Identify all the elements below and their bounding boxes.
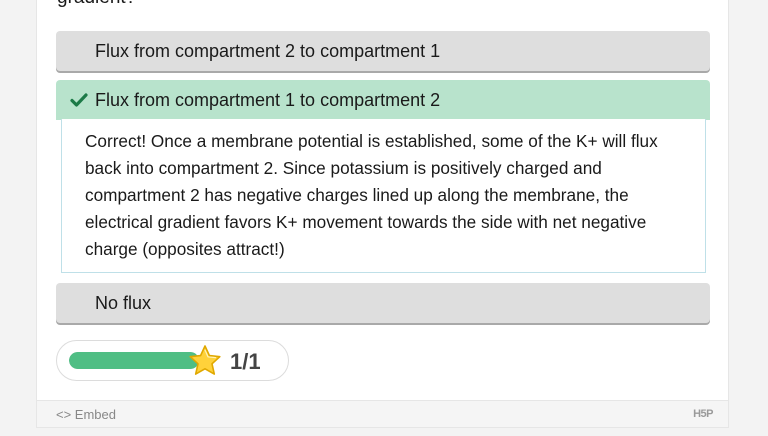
- embed-link[interactable]: <> Embed: [56, 407, 116, 422]
- answer-feedback: Correct! Once a membrane potential is es…: [61, 119, 706, 273]
- answer-option-1[interactable]: Flux from compartment 2 to compartment 1: [56, 31, 710, 71]
- h5p-logo[interactable]: H5P: [693, 408, 713, 420]
- score-bar: 1/1: [56, 340, 289, 381]
- checkmark-icon: [70, 93, 88, 107]
- feedback-text: Correct! Once a membrane potential is es…: [85, 131, 658, 259]
- progress-track: [69, 352, 199, 369]
- question-card: gradient? Flux from compartment 2 to com…: [36, 0, 729, 400]
- question-text: gradient?: [57, 0, 136, 8]
- footer: <> Embed H5P: [36, 400, 729, 428]
- answer-option-3[interactable]: No flux: [56, 283, 710, 323]
- answer-option-2-correct[interactable]: Flux from compartment 1 to compartment 2: [56, 80, 710, 120]
- answer-option-label: Flux from compartment 2 to compartment 1: [95, 41, 441, 61]
- score-text: 1/1: [230, 349, 261, 374]
- star-icon: [189, 345, 221, 375]
- progress-fill: [69, 352, 199, 369]
- answer-option-label: No flux: [95, 293, 152, 313]
- answer-option-label: Flux from compartment 1 to compartment 2: [95, 90, 441, 110]
